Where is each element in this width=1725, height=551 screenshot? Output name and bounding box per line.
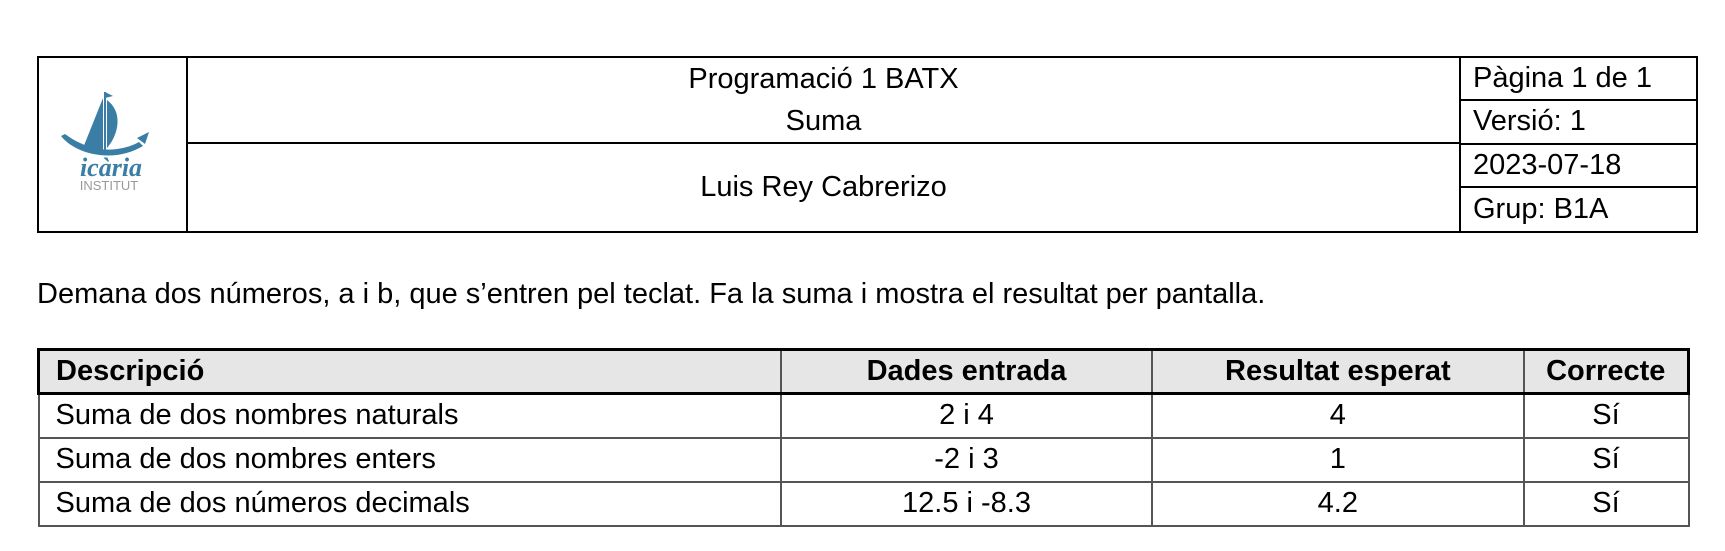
cell-correct: Sí — [1522, 392, 1690, 439]
page-number: Pàgina 1 de 1 — [1461, 58, 1696, 102]
exercise-description: Demana dos números, a i b, que s’entren … — [37, 278, 1266, 310]
document-header: icària INSTITUT Programació 1 BATX Suma … — [37, 56, 1698, 233]
cell-expected: 4 — [1151, 392, 1525, 439]
cell-input: 2 i 4 — [779, 392, 1154, 439]
institut-icaria-logo: icària INSTITUT — [61, 92, 149, 193]
table-row: Suma de dos números decimals 12.5 i -8.3… — [37, 480, 1690, 527]
cell-expected: 1 — [1151, 436, 1525, 483]
cell-description: Suma de dos nombres naturals — [37, 392, 782, 439]
version-label: Versió: 1 — [1461, 101, 1696, 145]
logo-cell: icària INSTITUT — [39, 58, 188, 231]
cell-correct: Sí — [1522, 480, 1690, 527]
cell-expected: 4.2 — [1151, 480, 1525, 527]
course-title: Programació 1 BATX — [688, 63, 959, 95]
table-row: Suma de dos nombres naturals 2 i 4 4 Sí — [37, 392, 1690, 439]
author-name: Luis Rey Cabrerizo — [700, 171, 947, 203]
cell-description: Suma de dos números decimals — [37, 480, 782, 527]
cell-input: 12.5 i -8.3 — [779, 480, 1154, 527]
date-label: 2023-07-18 — [1461, 145, 1696, 188]
cell-correct: Sí — [1522, 436, 1690, 483]
group-label: Grup: B1A — [1473, 192, 1609, 225]
column-header-correct: Correcte — [1522, 348, 1690, 395]
cell-description: Suma de dos nombres enters — [37, 436, 782, 483]
cell-input: -2 i 3 — [779, 436, 1154, 483]
column-header-input: Dades entrada — [779, 348, 1154, 395]
table-header-row: Descripció Dades entrada Resultat espera… — [36, 348, 1690, 395]
table-row: Suma de dos nombres enters -2 i 3 1 Sí — [37, 436, 1690, 483]
test-cases-table: Descripció Dades entrada Resultat espera… — [36, 348, 1690, 527]
exercise-title: Suma — [785, 105, 862, 137]
meta-column: Pàgina 1 de 1 Versió: 1 2023-07-18 Grup:… — [1459, 58, 1696, 231]
logo-subtext: INSTITUT — [80, 178, 139, 193]
title-cell: Programació 1 BATX Suma — [188, 58, 1459, 144]
author-cell: Luis Rey Cabrerizo — [188, 144, 1459, 231]
column-header-description: Descripció — [36, 348, 782, 395]
column-header-expected: Resultat esperat — [1151, 348, 1525, 395]
